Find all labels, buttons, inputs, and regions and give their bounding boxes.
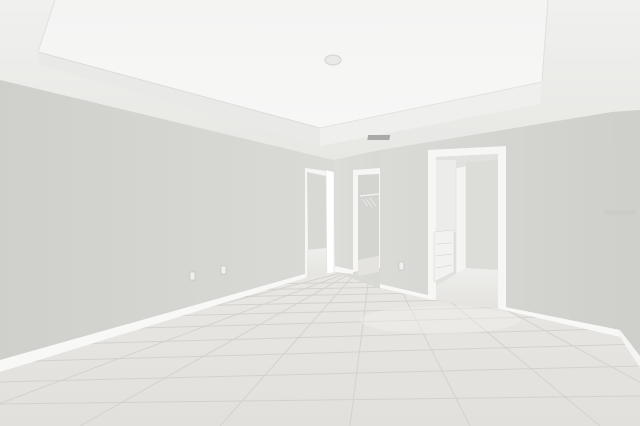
wall-outlet-icon (398, 261, 405, 271)
wall-outlet-icon (189, 271, 196, 281)
ceiling-light-icon (324, 54, 342, 66)
bedroom-photo-canvas (0, 0, 640, 426)
open-door[interactable] (325, 169, 335, 281)
wall-outlet-icon (220, 265, 227, 275)
back-wall (305, 150, 380, 288)
air-vent-icon (367, 135, 391, 140)
watermark (604, 210, 636, 215)
bedroom-photo (0, 0, 640, 426)
